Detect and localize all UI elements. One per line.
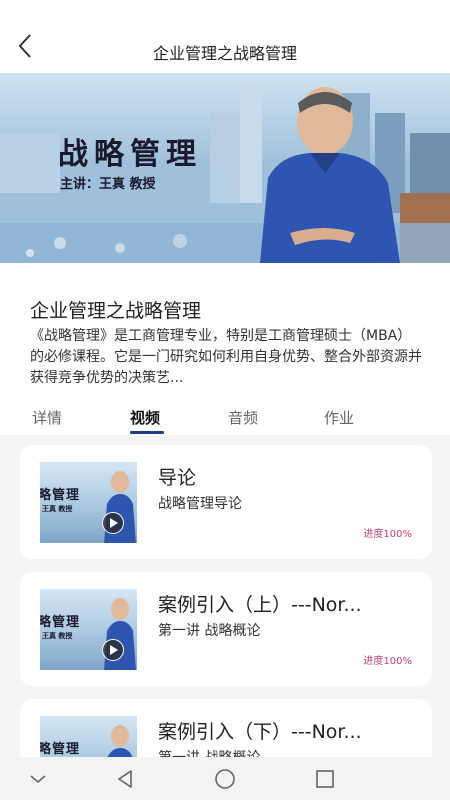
thumbnail-subtitle: 王真 教授: [42, 505, 73, 513]
lesson-card[interactable]: 略管理 王真 教授 案例引入（上）---Nor... 第一讲 战略概论 进度10…: [20, 572, 432, 686]
thumbnail-title: 略管理: [40, 488, 81, 503]
lesson-card[interactable]: 略管理 案例引入（下）---Nor... 第一讲 战略概论: [20, 699, 432, 757]
play-icon[interactable]: [102, 512, 124, 534]
lesson-thumbnail: 略管理: [40, 716, 137, 757]
lesson-thumbnail: 略管理 王真 教授: [40, 462, 137, 543]
lesson-title: 案例引入（下）---Nor...: [158, 721, 362, 743]
tab-video[interactable]: 视频: [130, 407, 160, 428]
nav-recents-button[interactable]: [313, 767, 337, 791]
lecturer-label: 主讲：王真 教授: [60, 177, 156, 192]
collapse-button[interactable]: [26, 767, 50, 791]
active-tab-indicator: [130, 431, 164, 434]
lecturer-thumb: [107, 725, 133, 757]
course-name: 企业管理之战略管理: [30, 300, 202, 322]
progress-label: 进度100%: [363, 656, 412, 667]
circle-home-icon: [215, 769, 235, 789]
course-description: 《战略管理》是工商管理专业，特别是工商管理硕士（MBA）的必修课程。它是一门研究…: [30, 328, 422, 386]
lesson-card[interactable]: 略管理 王真 教授 导论 战略管理导论 进度100%: [20, 445, 432, 559]
top-bar: 企业管理之战略管理: [0, 0, 450, 73]
chevron-down-icon: [30, 775, 46, 784]
tab-homework[interactable]: 作业: [324, 407, 354, 428]
thumbnail-title: 略管理: [40, 615, 81, 630]
tab-audio[interactable]: 音频: [228, 407, 258, 428]
triangle-back-icon: [118, 770, 132, 788]
banner-title: 战略管理: [58, 137, 202, 172]
thumbnail-subtitle: 王真 教授: [42, 632, 73, 640]
tab-details[interactable]: 详情: [32, 407, 62, 428]
course-banner[interactable]: 战略管理 主讲：王真 教授: [0, 73, 450, 263]
lesson-title: 导论: [158, 467, 197, 489]
lesson-title: 案例引入（上）---Nor...: [158, 594, 362, 616]
progress-label: 进度100%: [363, 529, 412, 540]
lesson-list: 略管理 王真 教授 导论 战略管理导论 进度100% 略管理 王真 教授 案例引…: [0, 435, 450, 757]
square-recents-icon: [316, 770, 334, 788]
play-icon[interactable]: [102, 639, 124, 661]
lesson-subtitle: 第一讲 战略概论: [158, 623, 261, 639]
lesson-subtitle: 战略管理导论: [158, 496, 242, 512]
nav-home-button[interactable]: [213, 767, 237, 791]
system-nav-bar: [0, 757, 450, 800]
thumbnail-title: 略管理: [40, 742, 81, 757]
lecturer-photo: [260, 87, 400, 263]
nav-back-button[interactable]: [113, 767, 137, 791]
tab-bar: 详情 视频 音频 作业: [0, 397, 450, 435]
lesson-subtitle: 第一讲 战略概论: [158, 747, 260, 757]
lesson-thumbnail: 略管理 王真 教授: [40, 589, 137, 670]
page-title: 企业管理之战略管理: [152, 44, 297, 63]
